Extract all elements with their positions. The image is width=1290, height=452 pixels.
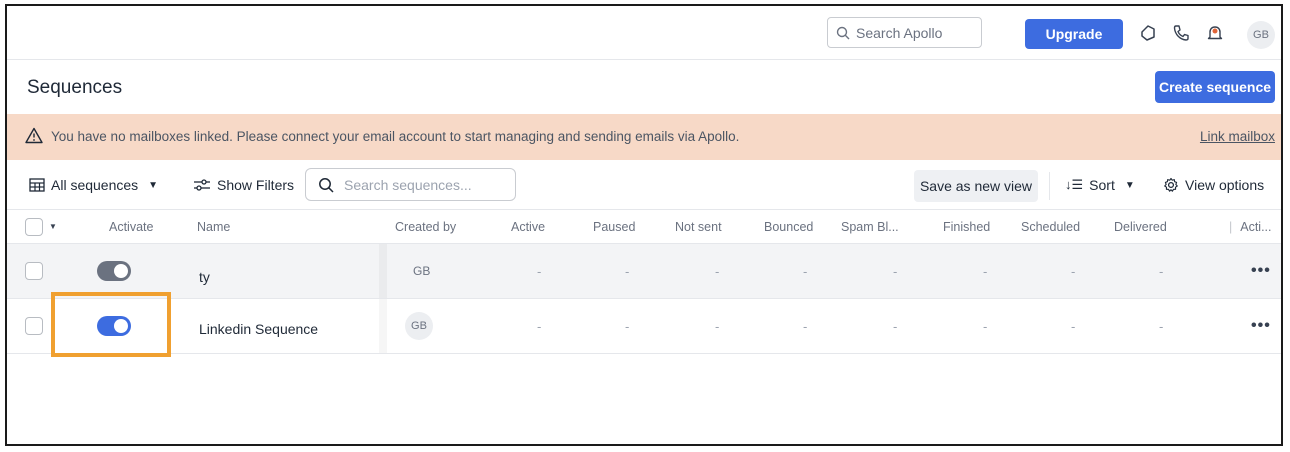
view-selector-label: All sequences bbox=[51, 177, 139, 193]
column-shadow bbox=[379, 299, 387, 353]
finished-count: - bbox=[983, 318, 988, 334]
header-created-by[interactable]: Created by bbox=[395, 210, 456, 243]
paused-count: - bbox=[625, 263, 630, 279]
more-actions-icon[interactable]: ••• bbox=[1251, 244, 1271, 298]
header-paused[interactable]: Paused bbox=[593, 210, 635, 243]
table-row[interactable]: Linkedin Sequence GB - - - - - - - - ••• bbox=[7, 299, 1281, 354]
paused-count: - bbox=[625, 318, 630, 334]
scheduled-count: - bbox=[1071, 318, 1076, 334]
toggle-knob bbox=[114, 264, 128, 278]
sequence-name[interactable]: ty bbox=[199, 250, 210, 304]
active-count: - bbox=[537, 263, 542, 279]
created-by-initials: GB bbox=[413, 264, 431, 278]
bounced-count: - bbox=[803, 263, 808, 279]
global-search-placeholder: Search Apollo bbox=[856, 24, 943, 41]
app-window: Search Apollo Upgrade GB Sequences Creat… bbox=[5, 4, 1283, 446]
sequences-toolbar: All sequences ▼ Show Filters Search sequ… bbox=[7, 162, 1281, 210]
delivered-count: - bbox=[1159, 263, 1164, 279]
sequence-search-placeholder: Search sequences... bbox=[344, 176, 472, 193]
create-sequence-button[interactable]: Create sequence bbox=[1155, 71, 1275, 103]
row-checkbox[interactable] bbox=[25, 317, 43, 335]
caret-down-icon: ▼ bbox=[1124, 179, 1135, 191]
gear-icon bbox=[1164, 177, 1178, 192]
created-by-avatar: GB bbox=[405, 312, 433, 340]
sort-label: Sort bbox=[1089, 177, 1115, 193]
warning-icon bbox=[25, 127, 43, 144]
scheduled-count: - bbox=[1071, 263, 1076, 279]
header-active[interactable]: Active bbox=[511, 210, 545, 243]
view-options-label: View options bbox=[1185, 177, 1265, 193]
active-count: - bbox=[537, 318, 542, 334]
spam-blocked-count: - bbox=[893, 263, 898, 279]
bounced-count: - bbox=[803, 318, 808, 334]
tag-icon[interactable] bbox=[1137, 22, 1159, 44]
notification-bell-icon[interactable] bbox=[1204, 22, 1226, 44]
table-header: ▼ Activate Name Created by Active Paused… bbox=[7, 210, 1281, 244]
page-title: Sequences bbox=[27, 77, 123, 98]
show-filters-button[interactable]: Show Filters bbox=[193, 177, 294, 193]
phone-icon[interactable] bbox=[1170, 22, 1192, 44]
sequence-name[interactable]: Linkedin Sequence bbox=[199, 302, 318, 356]
more-actions-icon[interactable]: ••• bbox=[1251, 299, 1271, 353]
link-mailbox-link[interactable]: Link mailbox bbox=[1200, 129, 1275, 144]
not-sent-count: - bbox=[715, 318, 720, 334]
header-name[interactable]: Name bbox=[197, 210, 230, 243]
caret-down-icon: ▼ bbox=[148, 179, 159, 191]
table-icon bbox=[29, 178, 45, 192]
header-divider: | bbox=[1229, 219, 1233, 234]
select-all-checkbox[interactable] bbox=[25, 217, 43, 236]
not-sent-count: - bbox=[715, 263, 720, 279]
activate-toggle[interactable] bbox=[97, 261, 131, 281]
search-icon bbox=[319, 177, 334, 193]
show-filters-label: Show Filters bbox=[217, 177, 295, 193]
select-all-control[interactable]: ▼ bbox=[25, 210, 57, 243]
delivered-count: - bbox=[1159, 318, 1164, 334]
column-shadow bbox=[379, 244, 387, 298]
sequences-table: ▼ Activate Name Created by Active Paused… bbox=[7, 210, 1281, 354]
header-finished[interactable]: Finished bbox=[943, 210, 990, 243]
sequence-search-input[interactable]: Search sequences... bbox=[305, 168, 516, 201]
sort-dropdown[interactable]: ↓☰ Sort ▼ bbox=[1065, 177, 1135, 193]
spam-blocked-count: - bbox=[893, 318, 898, 334]
search-icon bbox=[836, 26, 850, 39]
sort-icon: ↓☰ bbox=[1065, 177, 1084, 192]
header-bounced[interactable]: Bounced bbox=[764, 210, 813, 243]
row-checkbox[interactable] bbox=[25, 262, 43, 280]
toggle-knob bbox=[114, 319, 128, 333]
finished-count: - bbox=[983, 263, 988, 279]
table-row[interactable]: ty GB - - - - - - - - ••• bbox=[7, 244, 1281, 299]
view-options-button[interactable]: View options bbox=[1163, 177, 1264, 193]
page-header: Sequences Create sequence bbox=[7, 61, 1281, 115]
mailbox-warning-banner: You have no mailboxes linked. Please con… bbox=[7, 114, 1281, 160]
activate-toggle[interactable] bbox=[97, 316, 131, 336]
view-selector-dropdown[interactable]: All sequences ▼ bbox=[29, 177, 158, 193]
header-delivered[interactable]: Delivered bbox=[1114, 210, 1167, 243]
header-actions[interactable]: | Acti... bbox=[1229, 210, 1272, 243]
toolbar-divider bbox=[1049, 172, 1050, 200]
sliders-icon bbox=[194, 179, 210, 191]
banner-message: You have no mailboxes linked. Please con… bbox=[51, 129, 740, 144]
header-scheduled[interactable]: Scheduled bbox=[1021, 210, 1080, 243]
top-bar: Search Apollo Upgrade GB bbox=[7, 6, 1281, 60]
header-spam-blocked[interactable]: Spam Bl... bbox=[841, 210, 899, 243]
user-avatar[interactable]: GB bbox=[1247, 21, 1275, 49]
save-as-new-view-button[interactable]: Save as new view bbox=[914, 170, 1038, 202]
header-not-sent[interactable]: Not sent bbox=[675, 210, 722, 243]
global-search-input[interactable]: Search Apollo bbox=[827, 17, 982, 48]
caret-down-icon[interactable]: ▼ bbox=[49, 222, 57, 231]
upgrade-button[interactable]: Upgrade bbox=[1025, 19, 1123, 49]
header-actions-label: Acti... bbox=[1240, 219, 1272, 234]
header-activate[interactable]: Activate bbox=[109, 210, 153, 243]
